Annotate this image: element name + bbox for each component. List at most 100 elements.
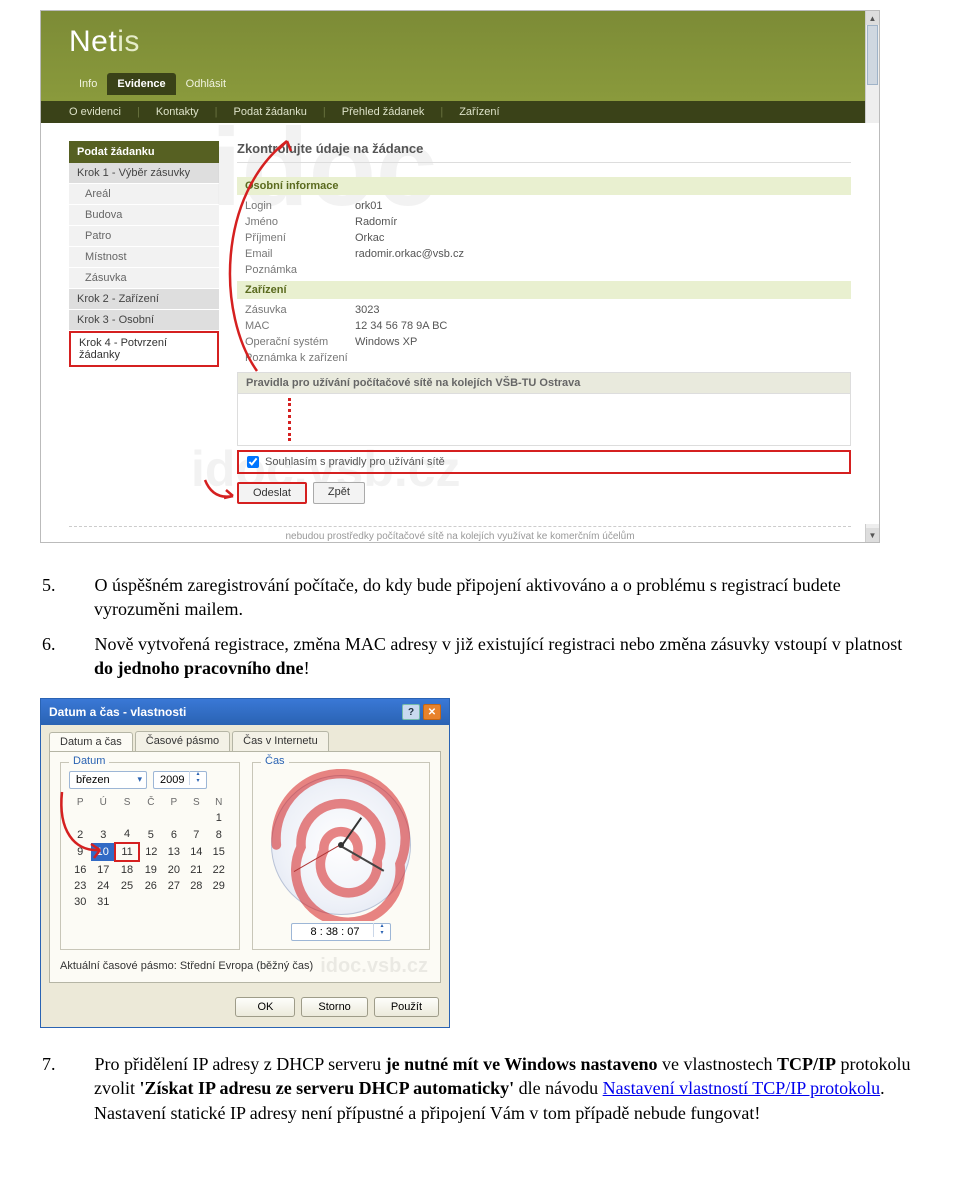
cal-day[interactable]: 7 xyxy=(185,826,207,843)
cal-day[interactable]: 9 xyxy=(69,843,91,861)
dow: S xyxy=(115,795,139,810)
label-poznamka: Poznámka xyxy=(245,264,355,276)
tab-evidence[interactable]: Evidence xyxy=(107,73,175,95)
app-body: idoc idoc.vsb.cz Podat žádanku Krok 1 - … xyxy=(41,123,879,524)
cal-day[interactable] xyxy=(139,894,163,910)
cal-day[interactable]: 18 xyxy=(115,861,139,878)
cal-day[interactable]: 27 xyxy=(163,878,185,894)
close-icon[interactable]: ✕ xyxy=(423,704,441,720)
date-legend: Datum xyxy=(69,755,109,767)
cal-day-selected[interactable]: 10 xyxy=(91,843,115,861)
doc-item-6: 6. Nově vytvořená registrace, změna MAC … xyxy=(68,632,920,681)
value-os: Windows XP xyxy=(355,336,417,348)
cropped-footer-text: nebudou prostředky počítačové sítě na ko… xyxy=(69,526,851,542)
cal-day[interactable] xyxy=(163,810,185,826)
subnav-contacts[interactable]: Kontakty xyxy=(156,106,199,118)
cal-day[interactable] xyxy=(91,810,115,826)
sidebar-budova[interactable]: Budova xyxy=(69,205,219,226)
help-icon[interactable]: ? xyxy=(402,704,420,720)
submit-button[interactable]: Odeslat xyxy=(237,482,307,504)
cal-day[interactable] xyxy=(69,810,91,826)
row-prijmeni: PříjmeníOrkac xyxy=(237,230,851,246)
agree-label: Souhlasím s pravidly pro užívání sítě xyxy=(265,456,445,468)
time-spinner[interactable]: 8 : 38 : 07 xyxy=(291,923,391,941)
scroll-up-icon[interactable]: ▲ xyxy=(866,11,879,25)
calendar[interactable]: P Ú S Č P S N 1 xyxy=(69,795,231,910)
main-form: Zkontrolujte údaje na žádance Osobní inf… xyxy=(237,141,851,504)
cal-day[interactable]: 25 xyxy=(115,878,139,894)
cal-day[interactable]: 29 xyxy=(208,878,230,894)
agree-row[interactable]: Souhlasím s pravidly pro užívání sítě xyxy=(237,450,851,474)
subnav-devices[interactable]: Zařízení xyxy=(459,106,499,118)
cal-day[interactable]: 22 xyxy=(208,861,230,878)
cal-day[interactable]: 1 xyxy=(208,810,230,826)
subnav-submit[interactable]: Podat žádanku xyxy=(234,106,307,118)
cal-day[interactable]: 23 xyxy=(69,878,91,894)
cal-day[interactable]: 6 xyxy=(163,826,185,843)
cal-day-highlight[interactable]: 11 xyxy=(115,843,139,861)
sidebar-mistnost[interactable]: Místnost xyxy=(69,247,219,268)
buttons-row: Odeslat Zpět xyxy=(237,482,851,504)
rules-textbox[interactable] xyxy=(237,394,851,446)
cal-day[interactable]: 17 xyxy=(91,861,115,878)
cal-day[interactable] xyxy=(115,894,139,910)
cal-day[interactable]: 2 xyxy=(69,826,91,843)
sidebar-patro[interactable]: Patro xyxy=(69,226,219,247)
item-number: 6. xyxy=(68,632,90,656)
cal-day[interactable]: 28 xyxy=(185,878,207,894)
cal-day[interactable] xyxy=(139,810,163,826)
row-poznamka: Poznámka xyxy=(237,262,851,278)
cal-day[interactable] xyxy=(185,894,207,910)
cal-day[interactable]: 12 xyxy=(139,843,163,861)
tab-timezone[interactable]: Časové pásmo xyxy=(135,731,230,751)
subnav-list[interactable]: Přehled žádanek xyxy=(342,106,425,118)
sidebar-title: Podat žádanku xyxy=(69,141,219,163)
tcpip-settings-link[interactable]: Nastavení vlastností TCP/IP protokolu xyxy=(603,1078,881,1098)
tab-info[interactable]: Info xyxy=(69,73,107,95)
sidebar-areal[interactable]: Areál xyxy=(69,184,219,205)
sidebar-zasuvka[interactable]: Zásuvka xyxy=(69,268,219,289)
cal-day[interactable]: 31 xyxy=(91,894,115,910)
cancel-button[interactable]: Storno xyxy=(301,997,367,1017)
row-os: Operační systémWindows XP xyxy=(237,334,851,350)
cal-day[interactable]: 4 xyxy=(115,826,139,843)
cal-day[interactable]: 16 xyxy=(69,861,91,878)
sidebar-step-3[interactable]: Krok 3 - Osobní xyxy=(69,310,219,331)
cal-day[interactable]: 5 xyxy=(139,826,163,843)
cal-day[interactable]: 24 xyxy=(91,878,115,894)
row-jmeno: JménoRadomír xyxy=(237,214,851,230)
back-button[interactable]: Zpět xyxy=(313,482,365,504)
cal-day[interactable]: 14 xyxy=(185,843,207,861)
date-group: Datum březen 2009 P Ú S Č P S N xyxy=(60,762,240,950)
tab-logout[interactable]: Odhlásit xyxy=(176,73,236,95)
sidebar-step-2[interactable]: Krok 2 - Zařízení xyxy=(69,289,219,310)
row-mac: MAC12 34 56 78 9A BC xyxy=(237,318,851,334)
cal-day[interactable]: 3 xyxy=(91,826,115,843)
ok-button[interactable]: OK xyxy=(235,997,295,1017)
cal-day[interactable]: 21 xyxy=(185,861,207,878)
cal-day[interactable]: 15 xyxy=(208,843,230,861)
subnav-about[interactable]: O evidenci xyxy=(69,106,121,118)
tab-datetime[interactable]: Datum a čas xyxy=(49,732,133,752)
sidebar-step-4[interactable]: Krok 4 - Potvrzení žádanky xyxy=(69,331,219,367)
agree-checkbox[interactable] xyxy=(247,456,259,468)
month-combo[interactable]: březen xyxy=(69,771,147,789)
cal-day[interactable]: 30 xyxy=(69,894,91,910)
cal-day[interactable]: 20 xyxy=(163,861,185,878)
cal-day[interactable]: 8 xyxy=(208,826,230,843)
cal-day[interactable] xyxy=(115,810,139,826)
cal-day[interactable] xyxy=(208,894,230,910)
cal-day[interactable]: 26 xyxy=(139,878,163,894)
tab-internet-time[interactable]: Čas v Internetu xyxy=(232,731,329,751)
cal-day[interactable] xyxy=(185,810,207,826)
year-spinner[interactable]: 2009 xyxy=(153,771,207,789)
cal-day[interactable] xyxy=(163,894,185,910)
sidebar-step-1[interactable]: Krok 1 - Výběr zásuvky xyxy=(69,163,219,184)
row-email: Emailradomir.orkac@vsb.cz xyxy=(237,246,851,262)
dialog-titlebar[interactable]: Datum a čas - vlastnosti ? ✕ xyxy=(41,699,449,725)
scroll-down-icon[interactable]: ▼ xyxy=(866,528,879,542)
cal-day[interactable]: 19 xyxy=(139,861,163,878)
apply-button[interactable]: Použít xyxy=(374,997,439,1017)
cal-day[interactable]: 13 xyxy=(163,843,185,861)
scroll-thumb[interactable] xyxy=(867,25,878,85)
